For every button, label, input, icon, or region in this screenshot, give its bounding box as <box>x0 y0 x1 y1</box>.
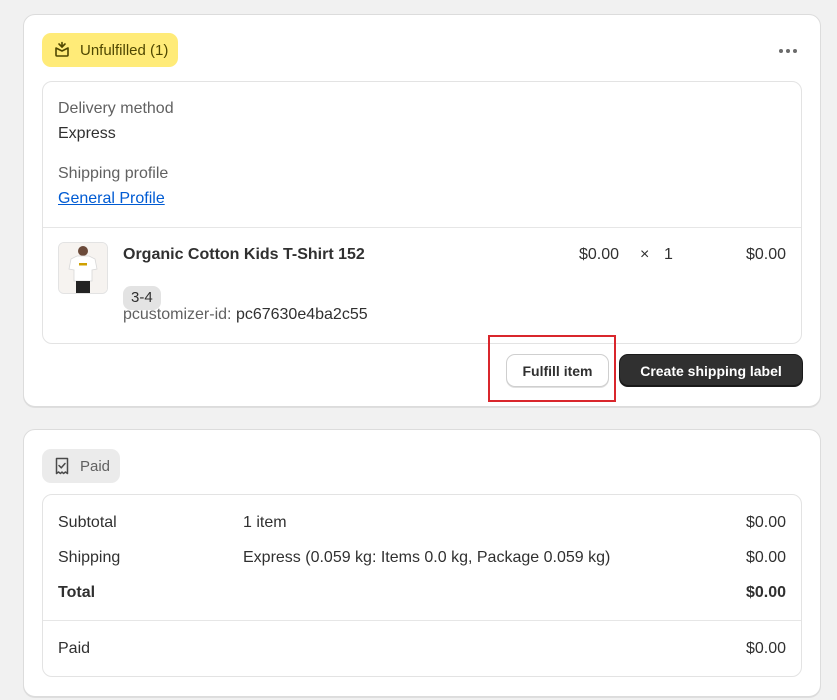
more-actions-icon[interactable] <box>776 39 800 63</box>
unfulfilled-badge-label: Unfulfilled (1) <box>80 41 169 59</box>
divider <box>43 227 801 228</box>
delivery-method-value: Express <box>58 125 116 142</box>
paid-label: Paid <box>58 640 91 657</box>
fulfill-item-button[interactable]: Fulfill item <box>506 354 609 387</box>
subtotal-label: Subtotal <box>58 514 117 531</box>
item-price: $0.00 <box>579 246 620 263</box>
receipt-icon <box>52 456 72 476</box>
shipping-detail: Express (0.059 kg: Items 0.0 kg, Package… <box>243 549 611 566</box>
create-shipping-label-button[interactable]: Create shipping label <box>619 354 803 387</box>
fulfillment-details: Delivery method Express Shipping profile… <box>42 81 802 344</box>
unfulfilled-status-badge: Unfulfilled (1) <box>42 33 179 67</box>
subtotal-detail: 1 item <box>243 514 287 531</box>
divider <box>43 620 801 621</box>
item-total: $0.00 <box>745 246 786 263</box>
subtotal-amount: $0.00 <box>745 514 786 531</box>
product-thumbnail[interactable] <box>58 242 108 294</box>
shipping-profile-label: Shipping profile <box>58 165 169 182</box>
payment-summary: Subtotal 1 item $0.00 Shipping Express (… <box>42 494 802 677</box>
property-value: pc67630e4ba2c55 <box>235 306 368 323</box>
delivery-method-label: Delivery method <box>58 100 174 117</box>
shipping-label: Shipping <box>58 549 121 566</box>
shipping-amount: $0.00 <box>745 549 786 566</box>
general-profile-link[interactable]: General Profile <box>58 190 165 208</box>
fulfillment-card: Unfulfilled (1) Delivery method Express … <box>23 14 821 407</box>
paid-status-badge: Paid <box>42 449 121 483</box>
property-label: pcustomizer-id: <box>123 306 232 323</box>
package-icon <box>52 40 72 60</box>
paid-badge-label: Paid <box>80 457 111 475</box>
product-name[interactable]: Organic Cotton Kids T-Shirt 152 <box>123 246 365 264</box>
payment-card: Paid Subtotal 1 item $0.00 Shipping Expr… <box>23 429 821 697</box>
item-quantity: 1 <box>664 246 673 263</box>
product-property: pcustomizer-id: pc67630e4ba2c55 <box>123 306 368 324</box>
times-sign: × <box>640 246 650 263</box>
total-label: Total <box>58 584 96 601</box>
paid-amount: $0.00 <box>745 640 786 657</box>
total-amount: $0.00 <box>745 584 786 601</box>
